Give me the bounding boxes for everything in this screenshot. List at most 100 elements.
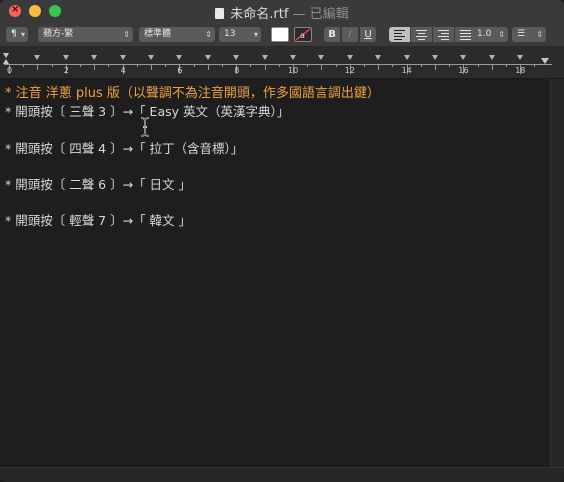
ruler-number: 4 [120,66,126,75]
ruler-tick [193,64,195,67]
tab-stop-marker[interactable] [204,55,211,60]
ibeam-cursor-icon [140,117,150,137]
tab-stop-marker[interactable] [34,55,41,60]
underline-button[interactable]: U [360,27,376,42]
ruler-tick [449,64,451,67]
ruler-tick [378,64,380,70]
document-line: * 注音 洋蔥 plus 版（以聲調不為注音開頭，作多國語言調出鍵） [5,86,380,101]
line-spacing-popup[interactable]: 1.0 ⇕ [472,27,508,42]
ruler-number: 0 [7,66,13,75]
text-color-well[interactable] [271,27,289,42]
ruler-tick [364,64,365,67]
italic-button[interactable]: I [342,27,358,42]
ruler-number: 6 [177,66,183,75]
tab-stop-marker[interactable] [261,55,268,60]
tab-stop-marker[interactable] [62,55,69,60]
tab-stop-marker[interactable] [346,55,353,60]
align-right-button[interactable] [433,27,454,42]
line-spacing-value: 1.0 [477,29,492,39]
paragraph-style-popup[interactable]: ¶ ▾ [6,27,28,42]
ruler[interactable]: 0 2 4 6 8 10 12 14 16 18 [0,47,564,79]
textedit-window: × 未命名.rtf — 已編輯 ¶ ▾ 蘋方-繁 ⇕ 標準體 ⇕ 13 ▾ a B I … [0,0,564,482]
tab-stop-marker[interactable] [460,55,467,60]
ruler-number: 18 [515,66,526,75]
ruler-tick [335,64,337,67]
paragraph-style-icon: ¶ [11,29,17,39]
list-bullets-popup[interactable]: ☰ ⇕ [512,27,546,42]
tab-stop-marker[interactable] [91,55,98,60]
tab-stop-marker[interactable] [517,55,524,60]
ruler-tick [136,64,138,67]
list-icon: ☰ [517,29,526,39]
ruler-tick [506,64,507,67]
window-filename: 未命名.rtf [230,7,289,22]
document-text-area[interactable]: * 注音 洋蔥 plus 版（以聲調不為注音開頭，作多國語言調出鍵） * 開頭按… [0,79,550,467]
chevron-updown-icon: ⇕ [205,30,212,39]
chevron-down-icon: ▾ [253,30,258,39]
ruler-tick [23,64,25,67]
tab-stop-marker[interactable] [176,55,183,60]
document-line: * 開頭按〔 輕聲 7 〕→「 韓文 」 [5,213,192,228]
first-line-indent-marker[interactable] [3,53,9,58]
svg-text:a: a [300,31,305,40]
ruler-tick [435,64,436,70]
font-size-combo[interactable]: 13 ▾ [219,27,261,42]
typeface-value: 標準體 [144,29,172,39]
document-line: * 開頭按〔 四聲 4 〕→「 拉丁（含音標）」 [5,141,244,156]
format-toolbar: ¶ ▾ 蘋方-繁 ⇕ 標準體 ⇕ 13 ▾ a B I U 1.0 ⇕ ☰ ⇕ [0,22,564,47]
ruler-number: 2 [63,66,69,75]
tab-stop-marker[interactable] [290,55,296,60]
tab-stop-marker[interactable] [119,55,126,60]
bold-button[interactable]: B [324,27,340,42]
typeface-popup[interactable]: 標準體 ⇕ [139,27,215,42]
ruler-tick [307,64,309,67]
chevron-updown-icon: ⇕ [498,30,505,39]
window-title: 未命名.rtf — 已編輯 [0,3,564,22]
align-left-button[interactable] [389,27,410,42]
ruler-tick [420,64,422,67]
tab-stop-marker[interactable] [148,55,154,60]
ruler-number: 14 [401,66,412,75]
no-color-icon: a [295,28,311,41]
ruler-tick [51,64,53,67]
tab-stop-marker[interactable] [403,55,410,60]
tab-stop-marker[interactable] [488,55,495,60]
ruler-tick [151,64,152,70]
ruler-tick [80,64,81,67]
ruler-number: 12 [344,66,355,75]
ruler-tick [321,64,323,70]
background-color-well[interactable]: a [294,27,312,42]
ruler-tick [207,64,209,70]
align-center-button[interactable] [411,27,432,42]
chevron-updown-icon: ⇕ [536,30,543,39]
font-family-popup[interactable]: 蘋方-繁 ⇕ [38,27,133,42]
window-edited-status: 已編輯 [309,7,349,22]
font-size-value: 13 [224,29,236,39]
window-bottom-bar [0,467,564,482]
ruler-tick [264,64,266,70]
ruler-tick [392,64,394,67]
ruler-tick [278,64,280,67]
font-family-value: 蘋方-繁 [43,29,74,39]
ruler-tick [491,64,493,70]
chevron-down-icon: ▾ [20,30,25,39]
document-line: * 開頭按〔 二聲 6 〕→「 日文 」 [5,177,192,192]
vertical-scrollbar[interactable] [550,79,564,467]
right-indent-marker[interactable] [541,58,549,64]
ruler-number: 16 [458,66,469,75]
tab-stop-marker[interactable] [318,55,325,60]
title-separator: — [288,7,310,22]
ruler-tick [534,64,536,67]
tab-stop-marker[interactable] [432,55,438,60]
ruler-tick [222,64,223,67]
ruler-tick [94,64,96,70]
ruler-tick [250,64,252,67]
tab-stop-marker[interactable] [233,55,240,60]
ruler-tick [37,64,39,70]
ruler-tick [108,64,110,67]
ruler-number: 8 [234,66,240,75]
ruler-tick [477,64,479,67]
tab-stop-marker[interactable] [375,55,382,60]
title-bar[interactable]: × 未命名.rtf — 已編輯 [0,0,564,22]
document-icon [215,8,225,19]
